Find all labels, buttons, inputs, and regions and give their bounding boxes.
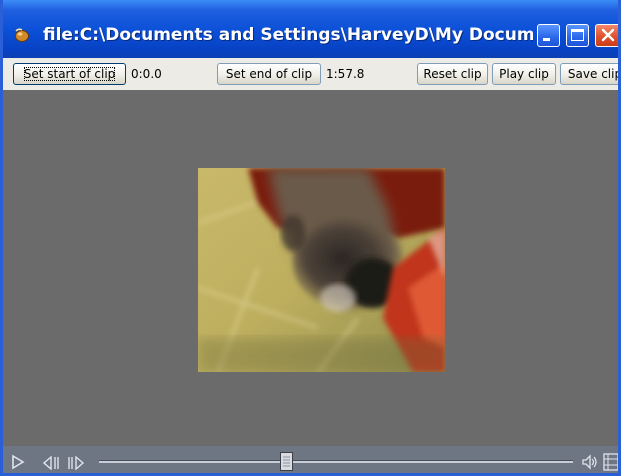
clip-start-time: 0:0.0 xyxy=(131,67,162,81)
maximize-button[interactable] xyxy=(566,24,589,47)
video-picture xyxy=(198,168,445,372)
minimize-button[interactable] xyxy=(537,24,560,47)
volume-icon[interactable] xyxy=(581,454,599,473)
video-frame[interactable] xyxy=(198,168,445,372)
save-clip-button[interactable]: Save clip xyxy=(560,63,621,85)
reset-clip-label: Reset clip xyxy=(423,67,482,81)
step-back-icon[interactable] xyxy=(42,455,61,473)
maximize-icon xyxy=(571,29,584,41)
playback-control-bar xyxy=(3,446,618,473)
set-start-label: Set start of clip xyxy=(23,67,116,81)
minimize-icon xyxy=(543,38,550,41)
reset-clip-button[interactable]: Reset clip xyxy=(417,63,488,85)
window-title: file:C:\Documents and Settings\HarveyD\M… xyxy=(43,25,533,45)
seek-thumb[interactable] xyxy=(280,452,293,471)
title-bar[interactable]: file:C:\Documents and Settings\HarveyD\M… xyxy=(3,0,618,58)
play-clip-button[interactable]: Play clip xyxy=(492,63,556,85)
set-start-of-clip-button[interactable]: Set start of clip xyxy=(13,63,126,85)
clip-toolbar: Set start of clip 0:0.0 Set end of clip … xyxy=(3,58,621,90)
close-button[interactable] xyxy=(595,24,618,47)
app-icon[interactable] xyxy=(13,27,31,43)
step-forward-icon[interactable] xyxy=(67,455,85,473)
play-clip-label: Play clip xyxy=(499,67,549,81)
save-clip-label: Save clip xyxy=(567,67,621,81)
close-icon xyxy=(601,28,615,42)
film-icon[interactable] xyxy=(603,453,618,473)
media-player-window: file:C:\Documents and Settings\HarveyD\M… xyxy=(0,0,621,476)
play-icon[interactable] xyxy=(11,454,25,473)
set-end-label: Set end of clip xyxy=(225,67,313,81)
set-end-of-clip-button[interactable]: Set end of clip xyxy=(217,63,321,85)
clip-end-time: 1:57.8 xyxy=(326,67,365,81)
seek-track[interactable] xyxy=(99,460,573,463)
